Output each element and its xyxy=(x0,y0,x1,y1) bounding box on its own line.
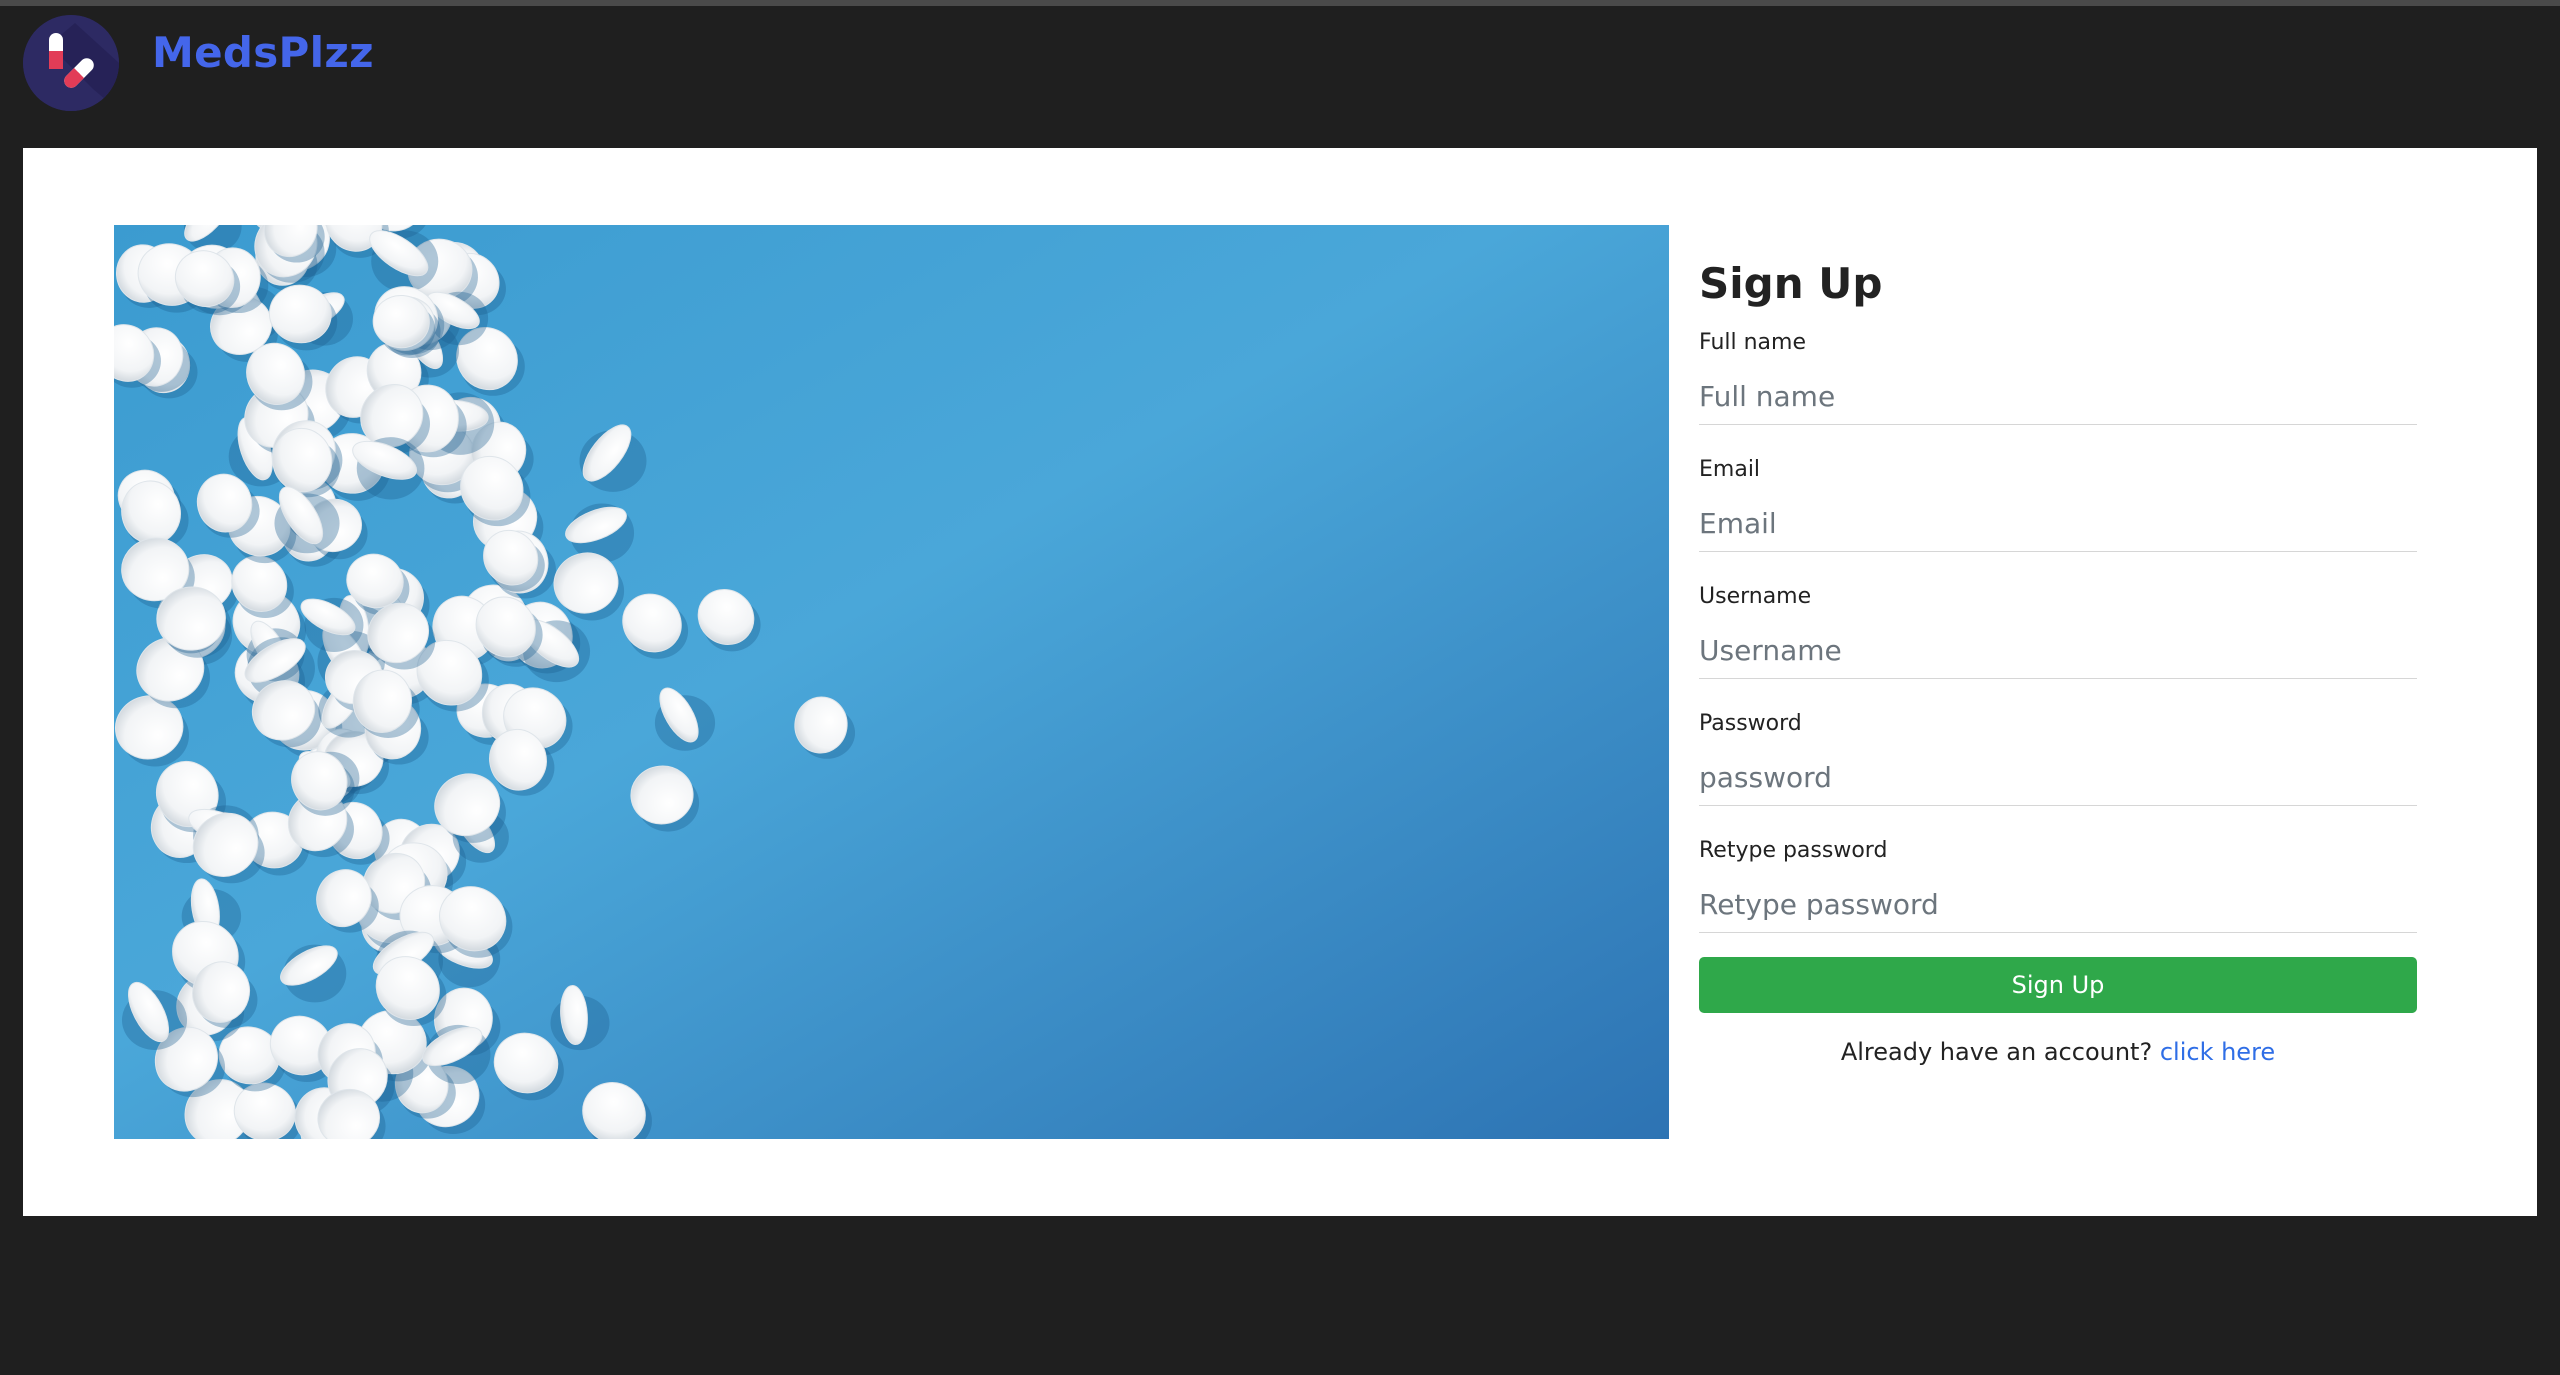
username-input[interactable] xyxy=(1699,624,2417,679)
username-label: Username xyxy=(1699,584,1812,609)
retype-password-input[interactable] xyxy=(1699,878,2417,933)
login-prompt: Already have an account? click here xyxy=(1699,1035,2417,1069)
login-link[interactable]: click here xyxy=(2160,1038,2275,1066)
full-name-input[interactable] xyxy=(1699,370,2417,425)
form-title: Sign Up xyxy=(1699,259,1883,308)
brand-name[interactable]: MedsPlzz xyxy=(152,28,374,77)
email-group: Email xyxy=(1699,455,2417,552)
navbar: MedsPlzz xyxy=(0,6,2560,144)
email-input[interactable] xyxy=(1699,497,2417,552)
email-label: Email xyxy=(1699,457,1761,482)
sign-up-button[interactable]: Sign Up xyxy=(1699,957,2417,1013)
pill-capsule-logo-icon[interactable] xyxy=(23,15,119,111)
username-group: Username xyxy=(1699,582,2417,679)
full-name-label: Full name xyxy=(1699,330,1807,355)
signup-card: Sign Up Full name Email Username Passwor… xyxy=(23,148,2537,1216)
password-group: Password xyxy=(1699,709,2417,806)
login-prompt-text: Already have an account? xyxy=(1840,1038,2153,1066)
hero-image-pills xyxy=(114,225,1669,1139)
retype-password-group: Retype password xyxy=(1699,836,2417,933)
password-input[interactable] xyxy=(1699,751,2417,806)
signup-form: Sign Up Full name Email Username Passwor… xyxy=(1699,258,2417,1069)
retype-password-label: Retype password xyxy=(1699,838,1888,863)
password-label: Password xyxy=(1699,711,1802,736)
full-name-group: Full name xyxy=(1699,328,2417,425)
